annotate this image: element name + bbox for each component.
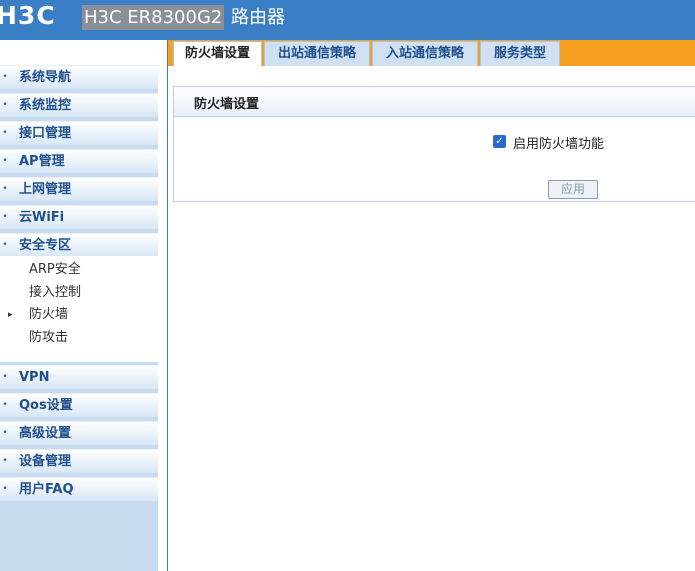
sidebar-item-label: 安全专区 — [19, 238, 72, 253]
apply-button[interactable]: 应用 — [548, 180, 598, 199]
sidebar-item-system-nav[interactable]: • 系统导航 — [0, 65, 158, 89]
device-model: H3C ER8300G2 — [82, 5, 225, 30]
sidebar-item-ap[interactable]: • AP管理 — [0, 149, 158, 173]
sidebar-item-security[interactable]: • 安全专区 — [0, 233, 158, 257]
security-submenu: ARP安全 接入控制 ▸ 防火墙 防攻击 — [0, 256, 158, 362]
bullet-icon: • — [2, 156, 8, 166]
bullet-icon: • — [2, 100, 8, 110]
sidebar-item-interface[interactable]: • 接口管理 — [0, 121, 158, 145]
submenu-item-arp[interactable]: ARP安全 — [29, 261, 81, 279]
panel-title: 防火墙设置 — [194, 97, 260, 112]
h3c-logo: H3C — [0, 1, 56, 30]
firewall-settings-panel: 防火墙设置 ✓ 启用防火墙功能 应用 — [173, 86, 695, 202]
bullet-icon: • — [2, 456, 8, 466]
bullet-icon: • — [2, 212, 8, 222]
sidebar-item-label: VPN — [19, 370, 50, 385]
tab-outbound-policy[interactable]: 出站通信策略 — [264, 41, 370, 66]
submenu-item-access-control[interactable]: 接入控制 — [29, 284, 81, 302]
header-bar: H3C H3C ER8300G2 路由器 — [0, 0, 695, 40]
sidebar-item-device[interactable]: • 设备管理 — [0, 449, 158, 473]
tab-inbound-policy[interactable]: 入站通信策略 — [372, 41, 478, 66]
current-arrow-icon: ▸ — [8, 310, 13, 320]
bullet-icon: • — [2, 400, 8, 410]
sidebar-item-label: 上网管理 — [19, 182, 72, 197]
tab-service-type[interactable]: 服务类型 — [480, 41, 560, 66]
enable-firewall-checkbox[interactable]: ✓ — [493, 135, 506, 148]
panel-header: 防火墙设置 — [174, 87, 695, 117]
sidebar-item-label: 系统监控 — [19, 98, 72, 113]
submenu-item-anti-attack[interactable]: 防攻击 — [29, 329, 68, 347]
sidebar-item-qos[interactable]: • Qos设置 — [0, 393, 158, 417]
sidebar-item-label: 用户FAQ — [19, 482, 74, 497]
sidebar-item-label: Qos设置 — [19, 398, 73, 413]
sidebar-item-label: 设备管理 — [19, 454, 72, 469]
sidebar-item-faq[interactable]: • 用户FAQ — [0, 477, 158, 501]
submenu-item-firewall[interactable]: 防火墙 — [29, 306, 68, 324]
sidebar-item-vpn[interactable]: • VPN — [0, 365, 158, 389]
bullet-icon: • — [2, 240, 8, 250]
sidebar-item-system-monitor[interactable]: • 系统监控 — [0, 93, 158, 117]
sidebar-divider — [167, 40, 168, 571]
sidebar-item-internet[interactable]: • 上网管理 — [0, 177, 158, 201]
sidebar-item-label: 高级设置 — [19, 426, 72, 441]
sidebar-item-label: 云WiFi — [19, 210, 65, 225]
bullet-icon: • — [2, 184, 8, 194]
bullet-icon: • — [2, 128, 8, 138]
device-type: 路由器 — [231, 7, 285, 28]
sidebar-item-label: 接口管理 — [19, 126, 72, 141]
sidebar-item-label: AP管理 — [19, 154, 65, 169]
bullet-icon: • — [2, 372, 8, 382]
bullet-icon: • — [2, 72, 8, 82]
bullet-icon: • — [2, 428, 8, 438]
tab-firewall-settings[interactable]: 防火墙设置 — [173, 41, 262, 66]
sidebar-item-label: 系统导航 — [19, 70, 72, 85]
enable-firewall-label[interactable]: 启用防火墙功能 — [513, 133, 604, 152]
bullet-icon: • — [2, 484, 8, 494]
header-strip-left — [0, 40, 168, 66]
sidebar-item-cloud-wifi[interactable]: • 云WiFi — [0, 205, 158, 229]
sidebar-item-advanced[interactable]: • 高级设置 — [0, 421, 158, 445]
